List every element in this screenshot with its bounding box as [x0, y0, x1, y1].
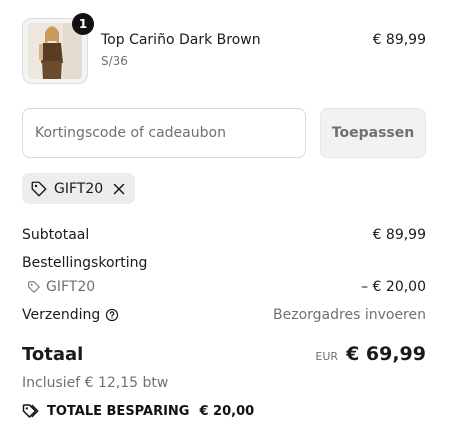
- tag-icon: [22, 404, 39, 418]
- order-discount-label: Bestellingskorting: [22, 255, 148, 271]
- savings-label: TOTALE BESPARING: [47, 403, 190, 419]
- shipping-value: Bezorgadres invoeren: [273, 307, 426, 323]
- remove-discount-button[interactable]: [113, 183, 125, 195]
- quantity-badge: 1: [72, 13, 94, 35]
- applied-discount-chip: GIFT20: [22, 173, 135, 204]
- question-circle-icon[interactable]: [105, 308, 119, 322]
- discount-value: – € 20,00: [361, 279, 426, 295]
- discount-code-row: GIFT20 – € 20,00: [22, 279, 426, 295]
- tag-icon: [31, 181, 47, 196]
- product-name: Top Cariño Dark Brown: [101, 32, 261, 48]
- cart-line-item: 1 Top Cariño Dark Brown S/36 € 89,99: [22, 13, 426, 84]
- order-discount-row: Bestellingskorting: [22, 255, 426, 271]
- discount-code-input[interactable]: [22, 108, 306, 158]
- tag-icon: [28, 281, 40, 293]
- apply-discount-button[interactable]: Toepassen: [320, 108, 426, 158]
- savings-amount: € 20,00: [199, 403, 255, 419]
- product-thumbnail: 1: [22, 13, 94, 84]
- subtotal-row: Subtotaal € 89,99: [22, 227, 426, 243]
- total-amount: EUR € 69,99: [315, 343, 426, 365]
- total-value: € 69,99: [346, 343, 426, 365]
- subtotal-label: Subtotaal: [22, 227, 90, 243]
- product-variant: S/36: [101, 54, 128, 68]
- subtotal-value: € 89,99: [372, 227, 426, 243]
- product-price: € 89,99: [372, 32, 426, 48]
- applied-discount-code: GIFT20: [54, 180, 104, 197]
- shipping-row: Verzending Bezorgadres invoeren: [22, 307, 426, 323]
- shipping-label: Verzending: [22, 307, 101, 323]
- total-currency: EUR: [315, 350, 339, 363]
- total-label: Totaal: [22, 344, 84, 365]
- discount-code-label: GIFT20: [46, 279, 96, 295]
- tax-note: Inclusief € 12,15 btw: [22, 375, 169, 391]
- close-icon[interactable]: [113, 183, 125, 195]
- total-savings: TOTALE BESPARING € 20,00: [22, 402, 254, 420]
